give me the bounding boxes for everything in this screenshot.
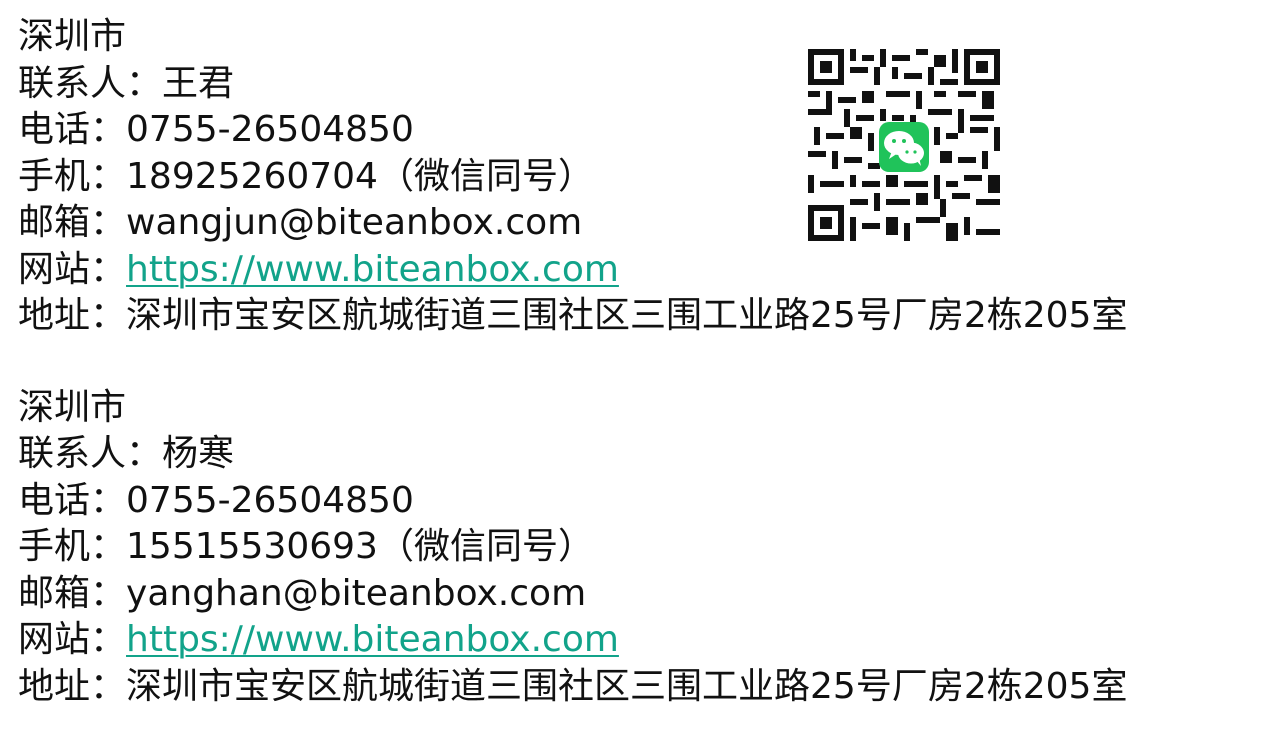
address-text: 深圳市宝安区航城街道三围社区三围工业路25号厂房2栋205室 bbox=[126, 665, 1128, 707]
contact-label: 联系人： bbox=[18, 62, 163, 104]
mobile-label: 手机： bbox=[18, 526, 127, 567]
mobile-line: 手机：18925260704（微信同号） bbox=[18, 154, 1248, 201]
email-address: yanghan@biteanbox.com bbox=[126, 572, 587, 614]
city-line: 深圳市 bbox=[18, 385, 1248, 432]
contact-person-line: 联系人：王君 bbox=[18, 61, 1248, 108]
qr-finder-bottom-left bbox=[808, 205, 844, 241]
city-name: 深圳市 bbox=[18, 16, 127, 57]
website-label: 网站： bbox=[18, 248, 127, 290]
email-label: 邮箱： bbox=[18, 202, 127, 243]
mobile-label: 手机： bbox=[18, 155, 127, 197]
qr-finder-top-left bbox=[808, 49, 844, 85]
contact-person-line: 联系人：杨寒 bbox=[18, 431, 1248, 478]
email-line: 邮箱：wangjun@biteanbox.com bbox=[18, 200, 1248, 247]
wechat-logo-icon bbox=[879, 122, 929, 172]
website-label: 网站： bbox=[18, 619, 127, 660]
email-address: wangjun@biteanbox.com bbox=[126, 202, 583, 243]
qr-finder-top-right bbox=[964, 49, 1000, 85]
website-line: 网站：https://www.biteanbox.com bbox=[18, 247, 1248, 294]
contact-name: 王君 bbox=[162, 62, 235, 104]
contact-name: 杨寒 bbox=[162, 433, 235, 474]
contact-card-wang-jun: 深圳市 联系人：王君 电话：0755-26504850 手机：189252607… bbox=[18, 14, 1248, 340]
phone-line: 电话：0755-26504850 bbox=[18, 478, 1248, 525]
mobile-number: 15515530693 bbox=[126, 526, 378, 567]
address-label: 地址： bbox=[18, 295, 127, 336]
contact-card-yang-han: 深圳市 联系人：杨寒 电话：0755-26504850 手机：155155306… bbox=[18, 385, 1248, 711]
website-line: 网站：https://www.biteanbox.com bbox=[18, 617, 1248, 664]
phone-number: 0755-26504850 bbox=[126, 109, 414, 150]
mobile-line: 手机：15515530693（微信同号） bbox=[18, 524, 1248, 571]
email-line: 邮箱：yanghan@biteanbox.com bbox=[18, 571, 1248, 618]
wechat-qr-code-icon bbox=[808, 49, 1000, 241]
address-text: 深圳市宝安区航城街道三围社区三围工业路25号厂房2栋205室 bbox=[126, 295, 1128, 336]
city-line: 深圳市 bbox=[18, 14, 1248, 61]
address-label: 地址： bbox=[18, 665, 127, 707]
wechat-same-number-note: （微信同号） bbox=[377, 155, 594, 197]
phone-line: 电话：0755-26504850 bbox=[18, 107, 1248, 154]
address-line: 地址：深圳市宝安区航城街道三围社区三围工业路25号厂房2栋205室 bbox=[18, 293, 1248, 340]
website-link[interactable]: https://www.biteanbox.com bbox=[126, 617, 619, 664]
phone-label: 电话： bbox=[18, 109, 127, 150]
address-line: 地址：深圳市宝安区航城街道三围社区三围工业路25号厂房2栋205室 bbox=[18, 664, 1248, 711]
city-name: 深圳市 bbox=[18, 386, 127, 428]
contact-label: 联系人： bbox=[18, 433, 163, 474]
qr-code-image bbox=[808, 49, 1000, 241]
business-contact-page: 深圳市 联系人：王君 电话：0755-26504850 手机：189252607… bbox=[18, 14, 1248, 710]
website-link[interactable]: https://www.biteanbox.com bbox=[126, 247, 619, 294]
email-label: 邮箱： bbox=[18, 572, 127, 614]
phone-label: 电话： bbox=[18, 479, 127, 521]
mobile-number: 18925260704 bbox=[126, 155, 378, 197]
phone-number: 0755-26504850 bbox=[126, 479, 414, 521]
wechat-same-number-note: （微信同号） bbox=[377, 526, 594, 567]
